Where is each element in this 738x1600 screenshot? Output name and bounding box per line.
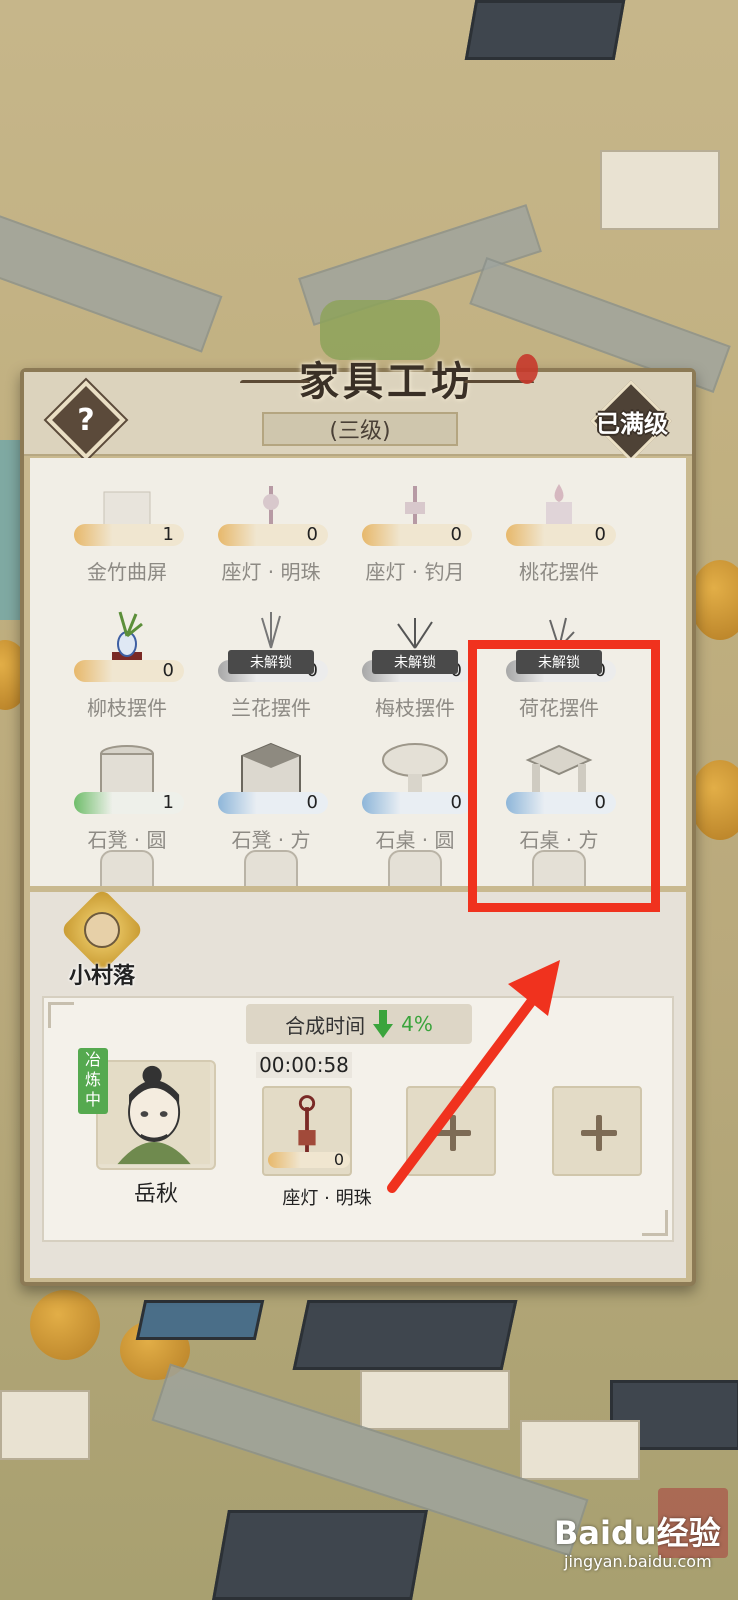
item-name: 梅枝摆件 [375, 696, 455, 720]
cloud-ornament-icon [240, 380, 310, 386]
annotation-arrow-icon [387, 960, 560, 1193]
furniture-item[interactable]: 0 桃花摆件 [494, 472, 624, 600]
furniture-item[interactable]: 1 石凳 · 圆 [62, 740, 192, 868]
furniture-item[interactable]: 0 柳枝摆件 [62, 608, 192, 736]
item-count: 0 [306, 792, 318, 813]
item-name: 石凳 · 圆 [87, 828, 167, 852]
item-name: 柳枝摆件 [87, 696, 167, 720]
crafting-time-label: 合成时间 [285, 1013, 366, 1038]
crafting-slot-1[interactable]: 0 [262, 1086, 352, 1176]
furniture-item-partial[interactable] [388, 850, 442, 886]
furniture-item[interactable]: 0 石桌 · 圆 [350, 740, 480, 868]
slot-item-name: 座灯 · 明珠 [282, 1188, 372, 1209]
panel-title-banner: 家具工坊 [240, 348, 538, 408]
help-button[interactable]: ? [46, 380, 126, 460]
item-name: 金竹曲屏 [87, 560, 167, 584]
item-name: 座灯 · 钓月 [365, 560, 465, 584]
village-label: 小村落 [68, 964, 135, 989]
item-count: 0 [450, 524, 462, 545]
furniture-item[interactable]: 0 座灯 · 明珠 [206, 472, 336, 600]
corner-ornament [642, 1210, 668, 1236]
furniture-item[interactable]: 0 座灯 · 钓月 [350, 472, 480, 600]
villager-avatar [84, 912, 120, 948]
item-name: 座灯 · 明珠 [221, 560, 321, 584]
item-name: 兰花摆件 [231, 696, 311, 720]
furniture-item[interactable]: 0未解锁兰花摆件 [206, 608, 336, 736]
item-count: 0 [162, 660, 174, 681]
max-level-badge: 已满级 [589, 379, 673, 463]
crafting-timer: 00:00:58 [256, 1052, 352, 1078]
watermark: Baidu经验 jingyan.baidu.com [548, 1488, 728, 1588]
item-count: 0 [450, 792, 462, 813]
furniture-item[interactable]: 0 石凳 · 方 [206, 740, 336, 868]
annotation-highlight-box [468, 640, 660, 912]
workshop-level-label: (三级) [262, 412, 458, 446]
furniture-item[interactable]: 0未解锁梅枝摆件 [350, 608, 480, 736]
item-name: 桃花摆件 [519, 560, 599, 584]
corner-ornament [48, 1002, 74, 1028]
watermark-url: jingyan.baidu.com [564, 1552, 712, 1571]
watermark-logo: Baidu经验 [554, 1514, 721, 1552]
locked-tag: 未解锁 [228, 650, 314, 674]
plus-icon [579, 1113, 619, 1153]
item-count: 1 [162, 524, 174, 545]
question-icon: ? [77, 402, 95, 438]
item-count: 0 [306, 524, 318, 545]
furniture-item[interactable]: 1 金竹曲屏 [62, 472, 192, 600]
item-name: 石凳 · 方 [231, 828, 311, 852]
furniture-item-partial[interactable] [100, 850, 154, 886]
worker-card[interactable] [96, 1060, 216, 1170]
locked-tag: 未解锁 [372, 650, 458, 674]
furniture-item-partial[interactable] [244, 850, 298, 886]
item-count: 0 [594, 524, 606, 545]
worker-status-badge: 冶炼中 [78, 1048, 108, 1114]
slot-item-count: 0 [333, 1150, 344, 1169]
item-name: 石桌 · 圆 [375, 828, 455, 852]
village-badge[interactable]: 小村落 [52, 887, 172, 990]
crafting-queue: 合成时间 4% 冶炼中 岳秋 00:00:58 0 座灯 · 明珠 [42, 996, 674, 1242]
item-count: 1 [162, 792, 174, 813]
worker-name: 岳秋 [133, 1182, 178, 1207]
page-title: 家具工坊 [299, 358, 475, 405]
worker-portrait [98, 1062, 210, 1165]
crafting-section: 小村落 合成时间 4% 冶炼中 岳秋 00:00:58 0 座灯 · 明珠 [30, 887, 686, 1278]
red-seal-icon [516, 354, 538, 384]
